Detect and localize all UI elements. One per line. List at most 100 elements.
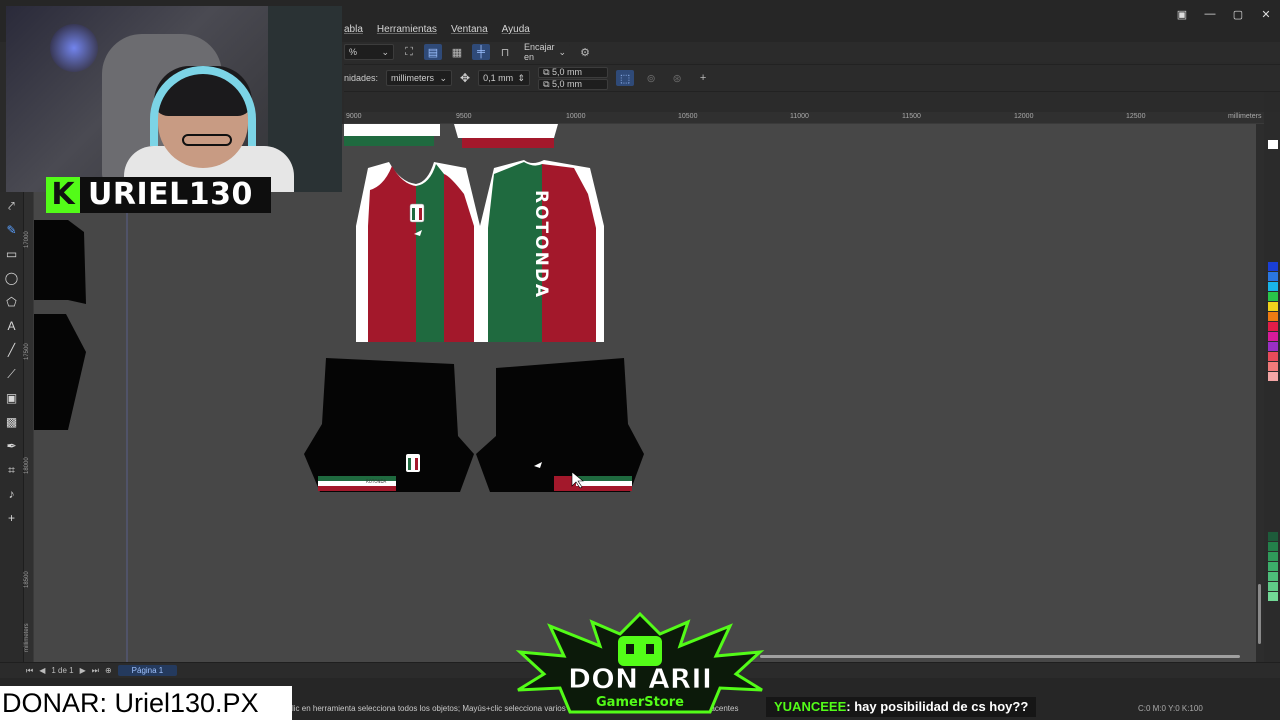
text-tool-icon[interactable]: A <box>3 318 21 334</box>
transparency-tool-icon[interactable]: ▩ <box>3 414 21 430</box>
donate-banner: DONAR: Uriel130.PX <box>0 686 292 720</box>
swatch-rose[interactable] <box>1268 352 1278 361</box>
nudge-input[interactable]: 0,1 mm ⇕ <box>478 70 531 86</box>
next-page-icon[interactable]: ▶ <box>80 666 86 675</box>
polygon-tool-icon[interactable]: ⬠ <box>3 294 21 310</box>
interactive-fill-icon[interactable]: ♪ <box>3 486 21 502</box>
jersey-back-text: ROTONDA <box>531 190 551 299</box>
shadow-tool-icon[interactable]: ▣ <box>3 390 21 406</box>
glasses <box>182 134 232 146</box>
ruler-unit-label: millimeters <box>24 623 30 652</box>
restore-icon[interactable]: ▣ <box>1168 0 1196 28</box>
swatch-lightblue[interactable] <box>1268 272 1278 281</box>
add-tool-icon[interactable]: + <box>3 510 21 526</box>
jersey-front <box>356 162 480 342</box>
fill-color-info: C:0 M:0 Y:0 K:100 <box>1138 704 1203 713</box>
first-page-icon[interactable]: ⏮ <box>26 666 33 676</box>
swatch-forest[interactable] <box>1268 542 1278 551</box>
shorts-left: ROTONDA <box>304 358 474 492</box>
swatch-blue[interactable] <box>1268 262 1278 271</box>
gear-icon[interactable]: ⚙ <box>576 44 594 60</box>
ruler-label: 17000 <box>24 231 30 248</box>
snap-to-dropdown[interactable]: Encajar en ⌄ <box>520 42 570 62</box>
treat-as-filled-icon[interactable]: ⬚ <box>616 70 635 86</box>
vertical-ruler: 17000 17500 18000 18500 millimeters <box>24 192 34 662</box>
rectangle-tool-icon[interactable]: ▭ <box>3 246 21 262</box>
ruler-unit-label: millimeters <box>1228 113 1262 120</box>
canvas-header <box>344 92 1264 112</box>
swatch-light-mint[interactable] <box>1268 582 1278 591</box>
duplicate-distance: ⧉ 5,0 mm ⧉ 5,0 mm <box>538 66 609 90</box>
scroll-thumb[interactable] <box>1258 584 1261 644</box>
kick-logo-icon: K <box>46 177 80 213</box>
swatch-mint[interactable] <box>1268 572 1278 581</box>
mesh-fill-icon[interactable]: ⌗ <box>3 462 21 478</box>
menu-ayuda[interactable]: Ayuda <box>502 24 530 38</box>
shape-tool-icon[interactable]: ✎ <box>3 222 21 238</box>
swatch-green[interactable] <box>1268 292 1278 301</box>
ruler-label: 10500 <box>678 113 698 120</box>
maximize-icon[interactable]: ▢ <box>1224 0 1252 28</box>
ruler-label: 11500 <box>902 113 921 120</box>
shorts-band-text: ROTONDA <box>366 479 387 484</box>
swatch-salmon[interactable] <box>1268 362 1278 371</box>
vertical-scrollbar[interactable] <box>1256 124 1264 662</box>
ruler-label: 17500 <box>24 343 30 360</box>
swatch-darkgreen[interactable] <box>1268 532 1278 541</box>
color-palette <box>1264 112 1280 672</box>
collar-strips <box>344 124 558 148</box>
full-page-icon[interactable]: ⛶ <box>400 44 418 60</box>
swatch-magenta[interactable] <box>1268 332 1278 341</box>
swatch-red[interactable] <box>1268 322 1278 331</box>
background-lamp <box>50 24 98 72</box>
swatch-mid-green[interactable] <box>1268 552 1278 561</box>
snap-option2-icon[interactable]: ⊛ <box>668 70 686 86</box>
logo-sub-text: GamerStore <box>596 695 684 710</box>
swatch-pale-green[interactable] <box>1268 592 1278 601</box>
swatch-cyan[interactable] <box>1268 282 1278 291</box>
menu-ventana[interactable]: Ventana <box>451 24 488 38</box>
snap-option-icon[interactable]: ⊚ <box>642 70 660 86</box>
close-icon[interactable]: ✕ <box>1252 0 1280 28</box>
units-select[interactable]: millimeters ⌄ <box>386 70 453 86</box>
don-arii-logo: DON ARII GamerStore <box>510 611 770 720</box>
duplicate-x-input[interactable]: ⧉ 5,0 mm <box>538 66 609 78</box>
jersey-back: ROTONDA <box>480 160 604 342</box>
add-icon[interactable]: + <box>694 70 712 86</box>
partial-piece-bottom <box>34 314 86 430</box>
last-page-icon[interactable]: ⏭ <box>92 666 99 676</box>
swatch-yellow[interactable] <box>1268 302 1278 311</box>
line-tool-icon[interactable]: ╱ <box>3 342 21 358</box>
ellipse-tool-icon[interactable]: ◯ <box>3 270 21 286</box>
eyedropper-tool-icon[interactable]: ✒ <box>3 438 21 454</box>
ruler-label: 18000 <box>24 457 30 474</box>
add-page-icon[interactable]: ⊕ <box>105 666 112 675</box>
chat-message: YUANCEEE: hay posibilidad de cs hoy?? <box>766 697 1037 717</box>
swatch-pink[interactable] <box>1268 372 1278 381</box>
page-tab[interactable]: Página 1 <box>117 665 178 676</box>
zoom-select[interactable]: % ⌄ <box>344 44 394 60</box>
logo-main-text: DON ARII <box>568 662 712 695</box>
minimize-icon[interactable]: — <box>1196 0 1224 28</box>
swatch-orange[interactable] <box>1268 312 1278 321</box>
menu-tabla[interactable]: abla <box>344 24 363 38</box>
ruler-label: 12500 <box>1126 113 1146 120</box>
guidelines-icon[interactable]: ╪ <box>472 44 490 60</box>
units-label: nidades: <box>344 73 379 83</box>
chat-text: : hay posibilidad de cs hoy?? <box>846 699 1029 714</box>
swatch-leaf[interactable] <box>1268 562 1278 571</box>
menu-herramientas[interactable]: Herramientas <box>377 24 437 38</box>
prev-page-icon[interactable]: ◀ <box>39 666 45 675</box>
horizontal-scrollbar[interactable] <box>760 655 1240 658</box>
connector-tool-icon[interactable]: ⟋ <box>3 366 21 382</box>
grid-icon[interactable]: ▦ <box>448 44 466 60</box>
snap-icon[interactable]: ⊓ <box>496 44 514 60</box>
shorts-right <box>476 358 644 492</box>
pick-tool-icon[interactable]: ⤤ <box>3 198 21 214</box>
swatch-purple[interactable] <box>1268 342 1278 351</box>
rulers-icon[interactable]: ▤ <box>424 44 442 60</box>
swatch-white[interactable] <box>1268 140 1278 149</box>
ruler-label: 12000 <box>1014 113 1034 120</box>
menu-bar: abla Herramientas Ventana Ayuda <box>344 24 530 38</box>
duplicate-y-input[interactable]: ⧉ 5,0 mm <box>538 78 609 90</box>
